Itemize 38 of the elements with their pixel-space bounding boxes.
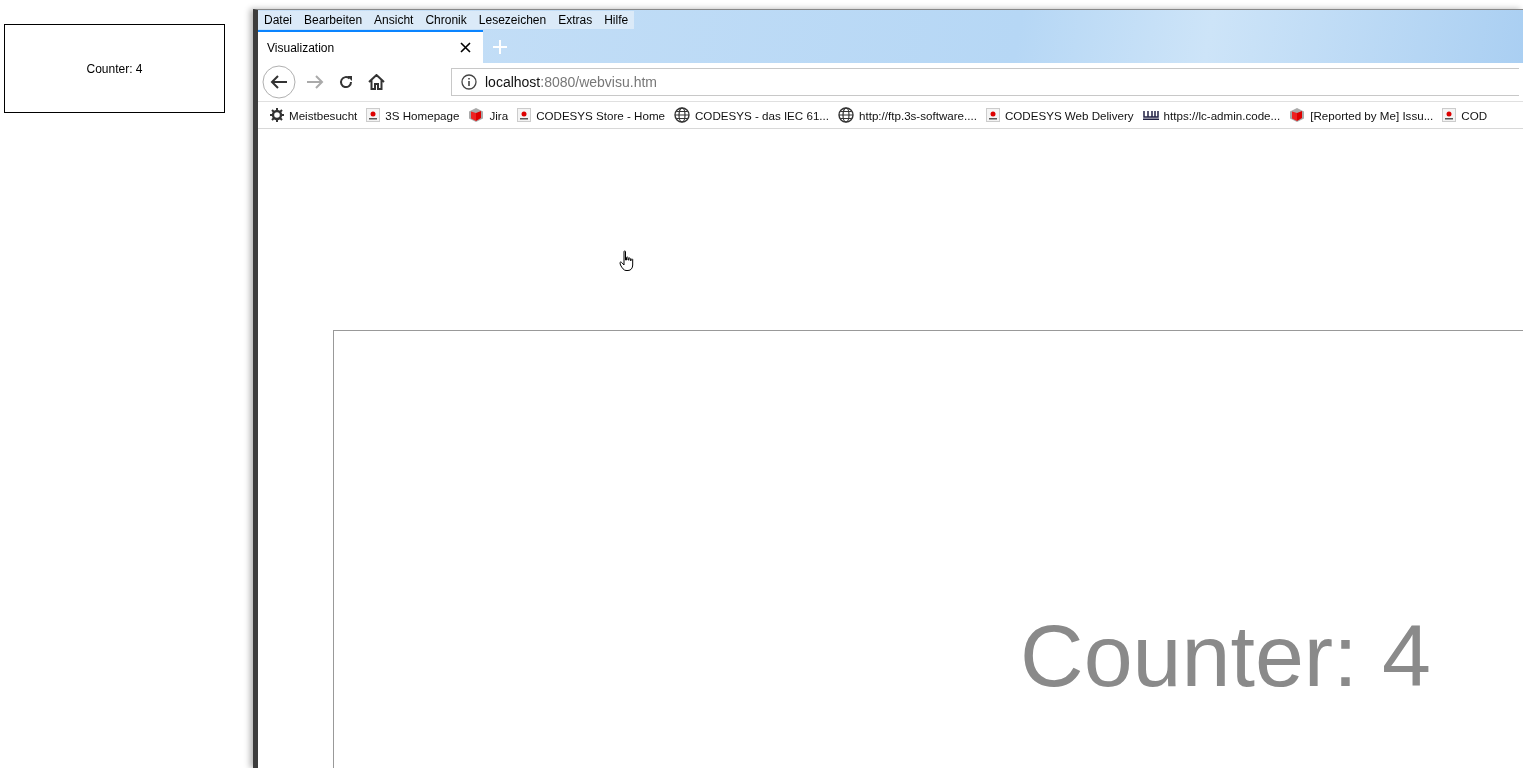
url-text: localhost:8080/webvisu.htm [485, 74, 657, 90]
globe-icon [838, 107, 854, 123]
logo-icon [985, 108, 1000, 122]
bookmark-item[interactable]: [Reported by Me] Issu... [1289, 107, 1434, 123]
back-icon[interactable] [262, 65, 296, 99]
counter-text: Counter: 4 [1020, 612, 1431, 700]
bookmark-item[interactable]: CODESYS Store - Home [517, 108, 665, 122]
reload-icon[interactable] [338, 74, 354, 90]
logo-icon [1442, 108, 1457, 122]
bookmark-item[interactable]: Meistbesucht [270, 108, 358, 122]
bookmark-item[interactable]: CODESYS Web Delivery [985, 108, 1134, 122]
hand-cursor-icon [619, 250, 635, 272]
home-icon[interactable] [368, 74, 385, 90]
logo-icon [517, 108, 532, 122]
menu-item[interactable]: Bearbeiten [304, 13, 363, 27]
menu-item[interactable]: Ansicht [374, 13, 414, 27]
cube-icon [468, 107, 485, 123]
browser-tab[interactable]: Visualization [258, 30, 483, 63]
address-field[interactable]: localhost:8080/webvisu.htm [451, 68, 1519, 96]
menu-item[interactable]: Lesezeichen [478, 13, 547, 27]
bookmark-item[interactable]: 3S Homepage [366, 108, 460, 122]
bookmark-item[interactable]: CODESYS - das IEC 61... [674, 107, 829, 123]
gear-icon [270, 108, 284, 122]
menu-item[interactable]: Datei [264, 13, 292, 27]
logo-icon [1142, 110, 1159, 120]
menu-item[interactable]: Chronik [425, 13, 467, 27]
bookmark-item[interactable]: https://lc-admin.code... [1142, 108, 1281, 122]
globe-icon [674, 107, 690, 123]
close-icon[interactable] [460, 42, 471, 53]
logo-icon [366, 108, 381, 122]
info-icon[interactable] [461, 74, 477, 90]
menu-item[interactable]: Extras [558, 13, 593, 27]
bookmark-item[interactable]: Jira [468, 107, 509, 123]
counter-text: Counter: 4 [86, 61, 143, 76]
menu-item[interactable]: Hilfe [604, 13, 629, 27]
cube-icon [1289, 107, 1306, 123]
bookmark-item[interactable]: COD [1442, 108, 1488, 122]
bookmark-item[interactable]: http://ftp.3s-software.... [838, 107, 977, 123]
